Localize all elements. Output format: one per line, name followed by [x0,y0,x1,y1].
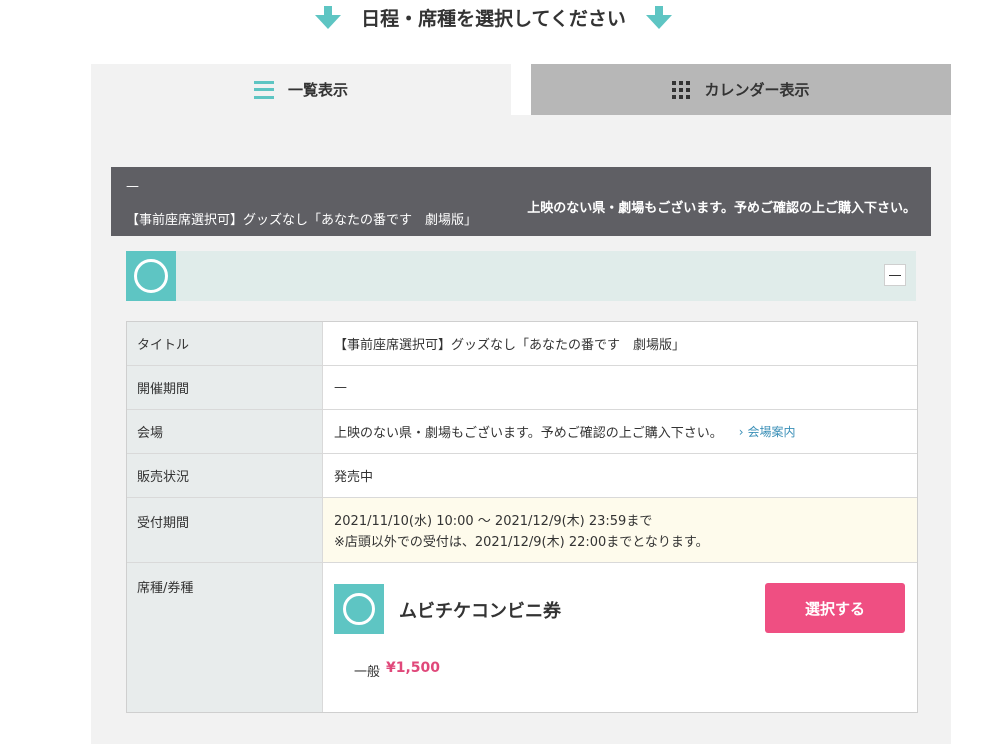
list-icon [253,80,274,99]
row-label: 販売状況 [127,454,323,497]
heading-text: 日程・席種を選択してください [361,7,626,30]
row-value: 【事前座席選択可】グッズなし「あなたの番です 劇場版」 [334,338,686,353]
ticket-name: ムビチケコンビニ券 [399,601,561,622]
reception-period-note: ※店頭以外での受付は、2021/12/9(木) 22:00までとなります。 [334,535,709,550]
tab-gap [511,64,531,115]
row-value: 上映のない県・劇場もございます。予めご確認の上ご購入下さい。 › 会場案内 [323,410,917,453]
date-bar [126,251,916,301]
chevron-right-icon: › [738,425,744,439]
ticket-circle-icon [334,584,384,634]
down-arrow-icon [315,4,342,30]
tab-label: 一覧表示 [287,81,348,99]
grid-icon [672,80,691,99]
schedule-panel: 一覧表示 カレンダー表示 — 【事前座席選択可】グッズなし「あなたの番です 劇場… [91,64,951,744]
reception-period: 2021/11/10(水) 10:00 ～ 2021/12/9(木) 23:59… [323,498,917,562]
reception-period-line: 2021/11/10(水) 10:00 ～ 2021/12/9(木) 23:59… [334,514,653,529]
info-table: タイトル 【事前座席選択可】グッズなし「あなたの番です 劇場版」 開催期間 — … [126,321,918,713]
section-heading: 日程・席種を選択してください [0,0,987,34]
row-label: 受付期間 [127,498,323,562]
venue-guide-link[interactable]: › 会場案内 [739,423,796,440]
row-value: — [334,380,347,395]
venue-guide-label: 会場案内 [747,425,796,439]
ticket-area: ムビチケコンビニ券 選択する 一般 ¥1,500 [323,563,917,712]
minus-icon [889,274,901,276]
row-label: タイトル [127,322,323,365]
sale-status: 発売中 [334,470,374,485]
table-row: 販売状況 発売中 [127,454,917,498]
table-row: タイトル 【事前座席選択可】グッズなし「あなたの番です 劇場版」 [127,322,917,366]
row-label: 会場 [127,410,323,453]
select-button[interactable]: 選択する [765,583,905,633]
event-date-dash: — [126,179,139,194]
event-header: — 【事前座席選択可】グッズなし「あなたの番です 劇場版」 上映のない県・劇場も… [111,167,931,236]
event-note: 上映のない県・劇場もございます。予めご確認の上ご購入下さい。 [527,201,916,216]
collapse-button[interactable] [884,264,906,286]
tab-calendar-view[interactable]: カレンダー表示 [531,64,951,115]
row-label: 席種/券種 [127,563,323,712]
row-label: 開催期間 [127,366,323,409]
tab-label: カレンダー表示 [704,81,810,99]
event-title: 【事前座席選択可】グッズなし「あなたの番です 劇場版」 [126,213,478,228]
down-arrow-icon [645,4,672,30]
availability-circle-icon [126,251,176,301]
table-row: 席種/券種 ムビチケコンビニ券 選択する 一般 ¥1,500 [127,563,917,712]
table-row: 受付期間 2021/11/10(水) 10:00 ～ 2021/12/9(木) … [127,498,917,563]
tab-list-view[interactable]: 一覧表示 [91,64,511,115]
price-value: ¥1,500 [386,660,441,676]
venue-text: 上映のない県・劇場もございます。予めご確認の上ご購入下さい。 [334,426,723,441]
table-row: 開催期間 — [127,366,917,410]
price-label: 一般 [354,665,381,680]
table-row: 会場 上映のない県・劇場もございます。予めご確認の上ご購入下さい。 › 会場案内 [127,410,917,454]
